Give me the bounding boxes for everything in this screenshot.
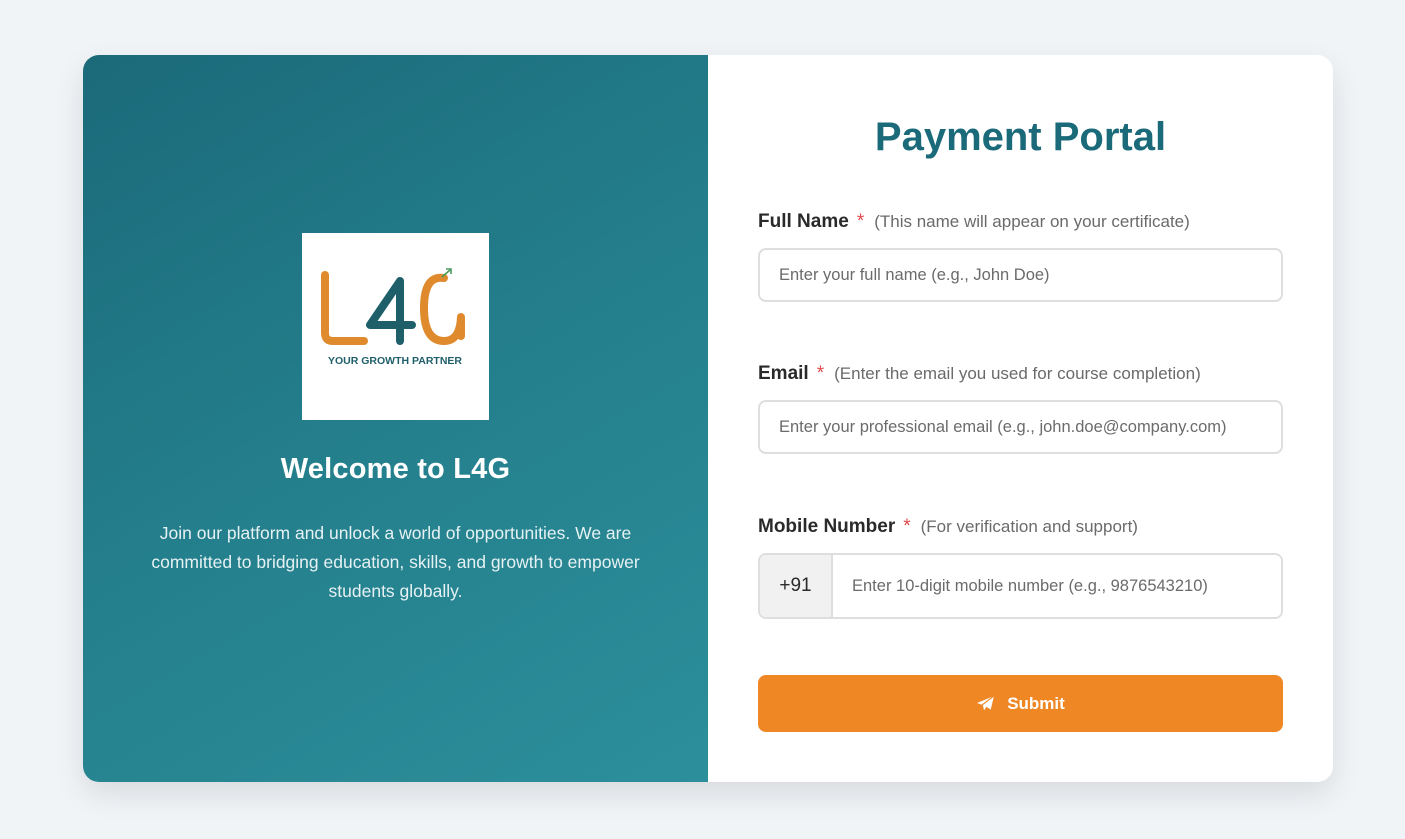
required-asterisk: * [816, 363, 825, 384]
submit-button[interactable]: Submit [758, 675, 1283, 732]
mobile-field: +91 [758, 553, 1283, 619]
required-asterisk: * [856, 211, 865, 232]
required-asterisk: * [903, 516, 911, 537]
welcome-title: Welcome to L4G [280, 453, 511, 485]
l4g-logo: YOUR GROWTH PARTNER [302, 233, 489, 420]
email-hint: (Enter the email you used for course com… [834, 364, 1201, 383]
l4g-logo-mark: YOUR GROWTH PARTNER [321, 268, 465, 367]
full-name-label: Full Name * (This name will appear on your… [758, 211, 1190, 233]
paper-plane-icon [976, 695, 995, 712]
full-name-label-text: Full Name [758, 211, 849, 232]
submit-button-label: Submit [1007, 693, 1065, 713]
signup-card: YOUR GROWTH PARTNER Welcome to L4G Join … [83, 55, 1333, 782]
full-name-hint: (This name will appear on your certifica… [874, 212, 1190, 231]
welcome-description: Join our platform and unlock a world of … [151, 523, 640, 601]
mobile-label-text: Mobile Number [758, 516, 896, 537]
mobile-input[interactable] [833, 555, 1281, 617]
payment-form-panel: Payment Portal Full Name * (This name will… [708, 55, 1333, 782]
welcome-panel: YOUR GROWTH PARTNER Welcome to L4G Join … [83, 55, 708, 782]
email-label-text: Email [758, 363, 809, 384]
email-input[interactable] [758, 400, 1283, 454]
mobile-label: Mobile Number * (For verification and supp… [758, 516, 1138, 538]
country-code-prefix: +91 [760, 555, 833, 617]
mobile-hint: (For verification and support) [920, 517, 1138, 536]
email-label: Email * (Enter the email you used for cour… [758, 363, 1201, 385]
page-title: Payment Portal [874, 115, 1167, 159]
full-name-input[interactable] [758, 248, 1283, 302]
logo-tagline: YOUR GROWTH PARTNER [328, 355, 462, 367]
